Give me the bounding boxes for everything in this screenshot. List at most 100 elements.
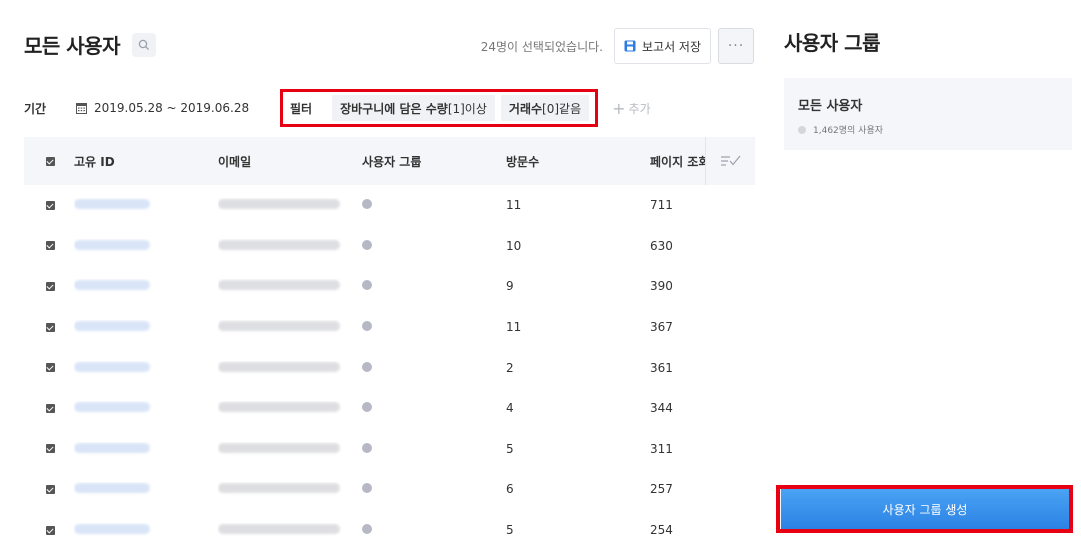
group-dot-icon — [362, 524, 372, 535]
add-filter-button[interactable]: + 추가 — [612, 99, 651, 118]
cell-visits: 5 — [506, 523, 514, 538]
table-row[interactable]: 11 711 — [24, 185, 755, 226]
filter-chip-transactions[interactable]: 거래수 [0]같음 — [500, 95, 590, 121]
cell-user-id[interactable] — [74, 239, 218, 253]
cell-user-id[interactable] — [74, 523, 218, 537]
column-header-id[interactable]: 고유 ID — [74, 153, 218, 170]
group-dot-icon — [362, 361, 372, 372]
table-row[interactable]: 2 361 — [24, 347, 755, 388]
table-row[interactable]: 10 630 — [24, 226, 755, 267]
select-all-cell — [24, 156, 74, 166]
select-all-checkbox[interactable] — [45, 156, 55, 166]
search-button[interactable] — [131, 32, 156, 57]
group-dot-icon — [362, 280, 372, 291]
cell-views: 630 — [650, 238, 673, 253]
table-body: 11 711 10 630 9 390 11 367 2 361 4 344 5 311 6 257 5 254 — [24, 185, 755, 543]
sidebar-title: 사용자 그룹 — [784, 31, 880, 55]
create-group-highlight: 사용자 그룹 생성 — [776, 485, 1073, 533]
column-header-visits[interactable]: 방문수 — [506, 153, 650, 170]
column-header-email[interactable]: 이메일 — [218, 153, 362, 170]
redacted-user-id — [74, 402, 150, 413]
selected-count-text: 24명이 선택되었습니다. — [480, 39, 603, 54]
cell-email — [218, 320, 362, 334]
group-name: 모든 사용자 — [798, 99, 863, 114]
row-checkbox[interactable] — [45, 484, 55, 494]
row-checkbox[interactable] — [45, 363, 55, 373]
cell-group — [362, 279, 506, 293]
save-report-label: 보고서 저장 — [641, 39, 701, 54]
row-check-cell — [24, 241, 74, 251]
create-user-group-button[interactable]: 사용자 그룹 생성 — [781, 489, 1069, 529]
row-checkbox[interactable] — [45, 281, 55, 291]
date-range-picker[interactable]: 2019.05.28 ~ 2019.06.28 — [76, 101, 280, 115]
cell-email — [218, 198, 362, 212]
row-checkbox[interactable] — [45, 200, 55, 210]
row-checkbox[interactable] — [45, 241, 55, 251]
redacted-email — [218, 321, 340, 332]
user-group-card[interactable]: 모든 사용자 1,462명의 사용자 — [784, 78, 1072, 150]
cell-group — [362, 361, 506, 375]
redacted-user-id — [74, 321, 150, 332]
cell-user-id[interactable] — [74, 482, 218, 496]
cell-user-id[interactable] — [74, 361, 218, 375]
search-icon — [138, 39, 150, 50]
cell-group — [362, 482, 506, 496]
add-filter-label: 추가 — [628, 101, 651, 116]
table-header: 고유 ID 이메일 사용자 그룹 방문수 페이지 조회 — [24, 137, 755, 185]
row-check-cell — [24, 200, 74, 210]
cell-visits: 11 — [506, 320, 522, 335]
redacted-user-id — [74, 280, 150, 291]
cell-group — [362, 523, 506, 537]
save-icon — [624, 40, 636, 52]
cell-email — [218, 523, 362, 537]
table-row[interactable]: 5 254 — [24, 510, 755, 543]
column-settings-button[interactable] — [705, 137, 755, 185]
top-actions: 24명이 선택되었습니다. 보고서 저장 ··· — [481, 28, 754, 64]
row-checkbox[interactable] — [45, 525, 55, 535]
more-options-button[interactable]: ··· — [718, 28, 754, 64]
row-checkbox[interactable] — [45, 444, 55, 454]
column-header-views[interactable]: 페이지 조회 — [650, 153, 706, 170]
user-list-page: 모든 사용자 24명이 선택되었습니다. 보고서 저장 ··· 기간 2019.… — [0, 0, 1081, 543]
filter-chip-cart-quantity-value: [1]이상 — [447, 101, 487, 116]
group-count: 1,462명의 사용자 — [798, 123, 1058, 136]
cell-group — [362, 320, 506, 334]
table-row[interactable]: 11 367 — [24, 307, 755, 348]
table-row[interactable]: 6 257 — [24, 469, 755, 510]
cell-email — [218, 482, 362, 496]
row-checkbox[interactable] — [45, 322, 55, 332]
cell-user-id[interactable] — [74, 279, 218, 293]
cell-user-id[interactable] — [74, 442, 218, 456]
filter-box: 필터 장바구니에 담은 수량 [1]이상 거래수 [0]같음 — [280, 89, 599, 127]
cell-email — [218, 279, 362, 293]
cell-views: 390 — [650, 279, 673, 294]
redacted-email — [218, 483, 340, 494]
column-header-group[interactable]: 사용자 그룹 — [362, 153, 506, 170]
table-row[interactable]: 9 390 — [24, 266, 755, 307]
filter-chip-transactions-value: [0]같음 — [542, 101, 582, 116]
filter-chip-transactions-name: 거래수 — [508, 101, 543, 116]
table-row[interactable]: 5 311 — [24, 429, 755, 470]
plus-icon: + — [612, 98, 626, 118]
cell-views: 367 — [650, 320, 673, 335]
cell-visits: 5 — [506, 441, 514, 456]
cell-user-id[interactable] — [74, 401, 218, 415]
save-report-button[interactable]: 보고서 저장 — [613, 28, 711, 64]
table-row[interactable]: 4 344 — [24, 388, 755, 429]
row-check-cell — [24, 484, 74, 494]
row-check-cell — [24, 322, 74, 332]
redacted-email — [218, 199, 340, 210]
redacted-user-id — [74, 239, 150, 250]
redacted-email — [218, 239, 340, 250]
cell-user-id[interactable] — [74, 320, 218, 334]
row-checkbox[interactable] — [45, 403, 55, 413]
cell-views: 257 — [650, 482, 673, 497]
redacted-email — [218, 524, 340, 535]
cell-views: 711 — [650, 198, 673, 213]
cell-visits: 9 — [506, 279, 514, 294]
filter-chip-cart-quantity[interactable]: 장바구니에 담은 수량 [1]이상 — [332, 95, 495, 121]
row-check-cell — [24, 403, 74, 413]
cell-user-id[interactable] — [74, 198, 218, 212]
cell-email — [218, 442, 362, 456]
cell-email — [218, 239, 362, 253]
